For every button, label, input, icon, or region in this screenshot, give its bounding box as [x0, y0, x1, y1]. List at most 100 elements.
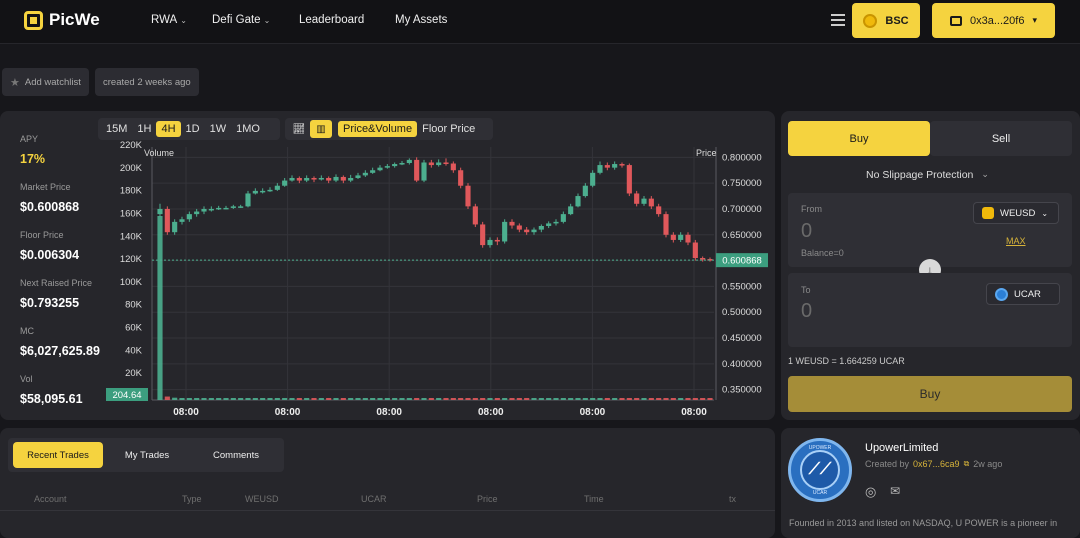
volume-bar [612, 398, 618, 400]
price-tick-label: 0.650000 [722, 230, 762, 241]
tab-recent-trades[interactable]: Recent Trades [13, 442, 103, 468]
x-tick-label: 08:00 [173, 407, 199, 418]
volume-bar [164, 396, 170, 400]
candle-body [399, 163, 405, 165]
wallet-button[interactable]: 0x3a...20f6 ▾ [932, 3, 1055, 38]
volume-bar [201, 398, 207, 400]
volume-bar [480, 398, 486, 400]
candle-body [619, 164, 625, 166]
volume-bar [223, 398, 229, 400]
candle-body [472, 206, 478, 225]
wallet-icon [950, 15, 963, 26]
volume-bar [663, 398, 669, 400]
volume-bar [194, 398, 200, 400]
candle-body [604, 165, 610, 168]
volume-bar [692, 398, 698, 400]
project-creator: Created by 0x67...6ca9 ⧉ 2w ago [865, 459, 1002, 469]
volume-bar [274, 398, 280, 400]
column-type[interactable]: Type [182, 494, 202, 504]
price-tick-label: 0.350000 [722, 385, 762, 396]
price-tick-label: 0.550000 [722, 281, 762, 292]
price-volume-chart[interactable]: 220K 200K 180K 160K 140K 120K 100K 80K 60K 40K 20K… [0, 0, 775, 420]
copy-icon[interactable]: ⧉ [964, 459, 970, 469]
logo-top-text: UPOWER [808, 445, 832, 451]
volume-bar [157, 216, 163, 400]
candle-body [216, 207, 222, 210]
volume-tick-label: 60K [125, 323, 143, 334]
volume-bar [597, 398, 603, 400]
volume-bar [450, 398, 456, 400]
from-token-select[interactable]: WEUSD ⌄ [973, 202, 1059, 224]
candle-body [538, 225, 544, 230]
x-tick-label: 08:00 [376, 407, 402, 418]
volume-bar [384, 398, 390, 400]
max-button[interactable]: MAX [1006, 236, 1026, 246]
column-account[interactable]: Account [34, 494, 67, 504]
creator-address-link[interactable]: 0x67...6ca9 [913, 459, 960, 469]
from-amount-input[interactable]: 0 [801, 220, 812, 243]
tab-my-trades[interactable]: My Trades [103, 442, 191, 468]
current-price-label: 0.600868 [722, 256, 762, 267]
candle-body [208, 208, 214, 211]
price-tick-label: 0.750000 [722, 178, 762, 189]
candle-body [304, 177, 310, 181]
candle-body [450, 163, 456, 171]
volume-bar [289, 398, 295, 400]
network-label: BSC [885, 14, 909, 27]
mail-icon[interactable]: ✉ [890, 484, 900, 498]
tab-buy[interactable]: Buy [788, 121, 930, 156]
volume-bar [421, 398, 427, 400]
volume-bar [700, 398, 706, 400]
tab-sell[interactable]: Sell [930, 121, 1072, 156]
candle-body [392, 164, 398, 167]
volume-bar [670, 398, 676, 400]
candle-body [355, 175, 361, 178]
volume-bar [590, 398, 596, 400]
column-ucar[interactable]: UCAR [361, 494, 387, 504]
candle-body [164, 208, 170, 233]
volume-bar [458, 398, 464, 400]
candle-body [685, 234, 691, 243]
volume-bar [436, 398, 442, 400]
buy-submit-button[interactable]: Buy [788, 376, 1072, 412]
column-tx[interactable]: tx [729, 494, 736, 504]
volume-bar [575, 398, 581, 400]
created-ago: 2w ago [973, 459, 1003, 469]
volume-tick-label: 40K [125, 345, 143, 356]
ucar-icon [995, 287, 1008, 301]
volume-tick-label: 180K [120, 186, 143, 197]
candle-body [223, 207, 229, 210]
candle-body [428, 162, 434, 166]
volume-bar [634, 398, 640, 400]
candle-body [443, 162, 449, 164]
project-name: UpowerLimited [865, 442, 939, 454]
price-tick-label: 0.700000 [722, 204, 762, 215]
column-price[interactable]: Price [477, 494, 498, 504]
volume-bar [707, 398, 713, 400]
volume-bar [494, 398, 500, 400]
to-label: To [801, 285, 811, 295]
x-tick-label: 08:00 [478, 407, 504, 418]
column-time[interactable]: Time [584, 494, 604, 504]
tab-comments[interactable]: Comments [191, 442, 281, 468]
volume-bar [685, 398, 691, 400]
website-icon[interactable]: ◎ [865, 484, 876, 500]
volume-tick-label: 220K [120, 140, 143, 151]
to-amount-input[interactable]: 0 [801, 300, 812, 323]
volume-bar [472, 398, 478, 400]
volume-bar [179, 398, 185, 400]
candle-body [502, 221, 508, 242]
slippage-label: No Slippage Protection [866, 169, 974, 181]
menu-icon[interactable] [831, 14, 845, 29]
volume-bar [355, 398, 361, 400]
slippage-toggle[interactable]: No Slippage Protection ⌄ [866, 169, 989, 181]
candle-body [252, 190, 258, 194]
candle-body [700, 258, 706, 260]
candle-body [458, 170, 464, 186]
network-button[interactable]: BSC [852, 3, 920, 38]
candle-body [238, 206, 244, 208]
candle-body [260, 190, 266, 193]
column-weusd[interactable]: WEUSD [245, 494, 279, 504]
volume-bar [362, 398, 368, 400]
to-token-select[interactable]: UCAR [986, 283, 1060, 305]
